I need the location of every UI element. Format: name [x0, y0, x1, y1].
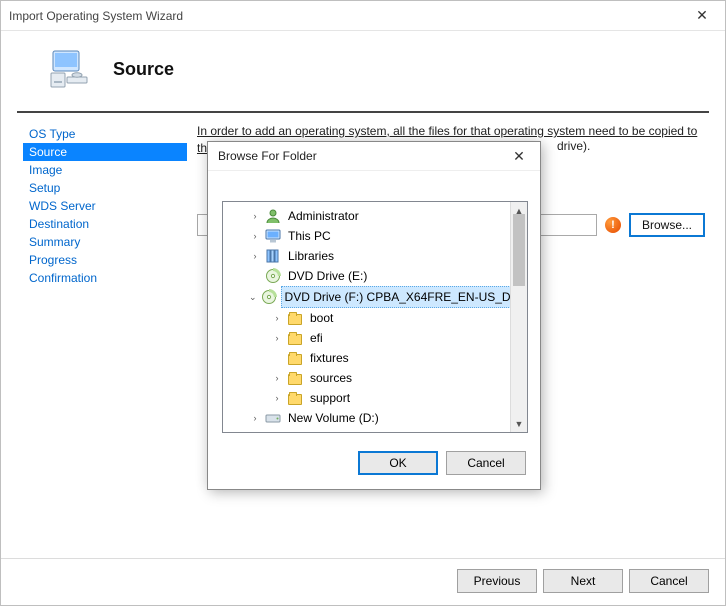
- window-title: Import Operating System Wizard: [9, 9, 183, 23]
- tree-node[interactable]: › sources: [225, 368, 508, 388]
- chevron-right-icon[interactable]: ›: [249, 210, 261, 222]
- next-button[interactable]: Next: [543, 569, 623, 593]
- folder-tree-container: ›Administrator›This PC›LibrariesDVD Driv…: [222, 201, 528, 433]
- tree-node[interactable]: DVD Drive (E:): [225, 266, 508, 286]
- chevron-right-icon[interactable]: ›: [271, 392, 283, 404]
- scroll-thumb[interactable]: [513, 214, 525, 286]
- instruction-tail: drive).: [557, 139, 590, 153]
- folder-icon: [287, 350, 303, 366]
- titlebar: Import Operating System Wizard ✕: [1, 1, 725, 31]
- dialog-cancel-button[interactable]: Cancel: [446, 451, 526, 475]
- tree-node[interactable]: › Administrator: [225, 206, 508, 226]
- window-close-button[interactable]: ✕: [679, 1, 725, 30]
- computer-icon: [45, 45, 93, 93]
- step-image[interactable]: Image: [23, 161, 187, 179]
- dialog-title: Browse For Folder: [218, 149, 317, 163]
- lib-icon: [265, 248, 281, 264]
- chevron-right-icon: [249, 270, 261, 282]
- tree-node-label: efi: [307, 328, 326, 348]
- chevron-right-icon[interactable]: ›: [249, 230, 261, 242]
- page-title: Source: [113, 59, 174, 80]
- chevron-right-icon[interactable]: ›: [271, 312, 283, 324]
- tree-node[interactable]: › New Volume (D:): [225, 408, 508, 428]
- previous-button[interactable]: Previous: [457, 569, 537, 593]
- warning-icon: !: [605, 217, 621, 233]
- step-os-type[interactable]: OS Type: [23, 125, 187, 143]
- chevron-right-icon: [271, 352, 283, 364]
- dialog-close-button[interactable]: ✕: [498, 142, 540, 170]
- tree-node[interactable]: ⌄ DVD Drive (F:) CPBA_X64FRE_EN-US_DV9: [225, 286, 508, 308]
- dialog-body: ›Administrator›This PC›LibrariesDVD Driv…: [208, 171, 540, 441]
- tree-node[interactable]: fixtures: [225, 348, 508, 368]
- chevron-right-icon[interactable]: ›: [249, 412, 261, 424]
- tree-node-label: sources: [307, 368, 355, 388]
- step-setup[interactable]: Setup: [23, 179, 187, 197]
- wizard-footer: Previous Next Cancel: [1, 558, 725, 605]
- chevron-down-icon[interactable]: ⌄: [249, 291, 257, 303]
- tree-node-label: support: [307, 388, 353, 408]
- tree-node-label: boot: [307, 308, 336, 328]
- browse-button[interactable]: Browse...: [629, 213, 705, 237]
- folder-icon: [287, 330, 303, 346]
- dialog-footer: OK Cancel: [208, 441, 540, 489]
- step-wds-server[interactable]: WDS Server: [23, 197, 187, 215]
- tree-node-label: Libraries: [285, 246, 337, 266]
- chevron-right-icon[interactable]: ›: [249, 250, 261, 262]
- scroll-down-icon[interactable]: ▼: [511, 415, 527, 432]
- dialog-ok-button[interactable]: OK: [358, 451, 438, 475]
- step-summary[interactable]: Summary: [23, 233, 187, 251]
- tree-node-label: New Volume (D:): [285, 408, 382, 428]
- browse-folder-dialog: Browse For Folder ✕ › Administrator › This …: [207, 141, 541, 490]
- folder-icon: [287, 370, 303, 386]
- tree-node-label: DVD Drive (F:) CPBA_X64FRE_EN-US_DV9: [281, 286, 510, 308]
- tree-node-label: fixtures: [307, 348, 352, 368]
- step-destination[interactable]: Destination: [23, 215, 187, 233]
- tree-node[interactable]: › efi: [225, 328, 508, 348]
- step-confirmation[interactable]: Confirmation: [23, 269, 187, 287]
- step-progress[interactable]: Progress: [23, 251, 187, 269]
- tree-node[interactable]: › boot: [225, 308, 508, 328]
- disc-icon: [261, 289, 277, 305]
- tree-node[interactable]: › Libraries: [225, 246, 508, 266]
- folder-icon: [287, 390, 303, 406]
- folder-icon: [287, 310, 303, 326]
- cancel-button[interactable]: Cancel: [629, 569, 709, 593]
- tree-node[interactable]: › This PC: [225, 226, 508, 246]
- user-icon: [265, 208, 281, 224]
- tree-node[interactable]: › support: [225, 388, 508, 408]
- folder-tree[interactable]: ›Administrator›This PC›LibrariesDVD Driv…: [223, 202, 510, 432]
- pc-icon: [265, 228, 281, 244]
- disc-icon: [265, 268, 281, 284]
- wizard-header: Source: [17, 31, 709, 113]
- tree-node-label: Administrator: [285, 206, 362, 226]
- dialog-titlebar: Browse For Folder ✕: [208, 142, 540, 171]
- tree-scrollbar[interactable]: ▲ ▼: [510, 202, 527, 432]
- drive-icon: [265, 410, 281, 426]
- step-source[interactable]: Source: [23, 143, 187, 161]
- chevron-right-icon[interactable]: ›: [271, 372, 283, 384]
- tree-node-label: This PC: [285, 226, 334, 246]
- wizard-steps: OS Type Source Image Setup WDS Server De…: [17, 113, 187, 558]
- tree-node-label: DVD Drive (E:): [285, 266, 370, 286]
- chevron-right-icon[interactable]: ›: [271, 332, 283, 344]
